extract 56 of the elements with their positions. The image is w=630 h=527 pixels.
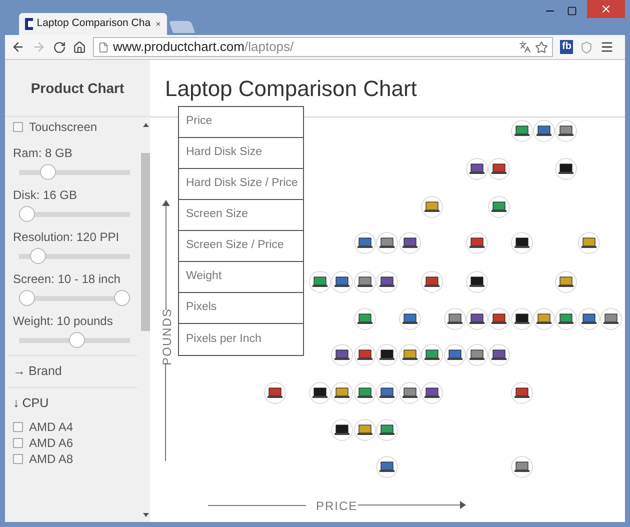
option-label: AMD A6: [29, 435, 74, 452]
home-icon[interactable]: [73, 40, 86, 54]
extension-badge[interactable]: fb: [560, 40, 574, 54]
axis-menu-item[interactable]: Weight: [179, 262, 303, 293]
filter-label: Screen: 10 - 18 inch: [12, 271, 122, 287]
maximize-icon[interactable]: [567, 6, 577, 16]
forward-icon[interactable]: [32, 40, 46, 54]
axis-menu-item[interactable]: Pixels per Inch: [179, 324, 303, 355]
scroll-down-icon[interactable]: [142, 513, 148, 517]
option-label: AMD A8: [29, 451, 74, 468]
axis-menu-item[interactable]: Pixels: [179, 293, 303, 324]
slider-thumb[interactable]: [40, 164, 56, 180]
y-axis-label: POUNDS: [159, 308, 175, 366]
url-text: www.productchart.com/laptops/: [113, 38, 294, 56]
star-icon[interactable]: [535, 40, 548, 54]
slider-thumb[interactable]: [69, 332, 86, 348]
axis-menu-item[interactable]: Screen Size / Price: [179, 231, 303, 262]
close-icon[interactable]: [154, 19, 161, 29]
filter-label: Ram: 8 GB: [12, 145, 74, 161]
translate-icon[interactable]: [519, 41, 531, 53]
filter-label: Touchscreen: [29, 119, 98, 136]
close-icon: [600, 3, 612, 15]
checkbox[interactable]: [13, 438, 23, 448]
filter-label: Disk: 16 GB: [12, 187, 78, 203]
slider-thumb[interactable]: [30, 248, 46, 264]
section-header[interactable]: ↓ CPU: [8, 388, 137, 419]
site-logo-icon: [25, 18, 33, 30]
option-label: AMD A4: [29, 419, 74, 436]
reload-icon[interactable]: [53, 40, 66, 54]
axis-menu-item[interactable]: Hard Disk Size / Price: [179, 169, 303, 200]
checkbox[interactable]: [13, 454, 23, 464]
sidebar-title: Product Chart: [30, 78, 124, 98]
section-header[interactable]: → Brand: [8, 356, 137, 387]
scroll-thumb[interactable]: [141, 153, 150, 331]
back-icon[interactable]: [11, 40, 25, 54]
axis-menu-item[interactable]: Price: [179, 107, 303, 138]
slider-thumb[interactable]: [114, 290, 130, 306]
address-bar[interactable]: www.productchart.com/laptops/: [93, 37, 553, 57]
shield-icon[interactable]: [580, 40, 594, 54]
slider-thumb[interactable]: [19, 290, 35, 306]
axis-menu-item[interactable]: Hard Disk Size: [179, 138, 303, 169]
menu-icon[interactable]: [600, 40, 614, 54]
browser-tab[interactable]: Laptop Comparison Cha: [19, 13, 167, 35]
page-icon: [98, 42, 109, 52]
slider-thumb[interactable]: [19, 206, 35, 222]
checkbox[interactable]: [13, 122, 23, 132]
x-axis-label: PRICE: [316, 498, 358, 515]
tab-title: Laptop Comparison Cha: [36, 16, 151, 32]
checkbox[interactable]: [13, 422, 23, 432]
new-tab-button[interactable]: [168, 21, 196, 33]
axis-menu-item[interactable]: Screen Size: [179, 200, 303, 231]
page-title: Laptop Comparison Chart: [165, 74, 417, 103]
filter-label: Weight: 10 pounds: [12, 313, 114, 329]
scroll-up-icon[interactable]: [142, 123, 148, 127]
close-button[interactable]: [587, 0, 625, 18]
filter-label: Resolution: 120 PPI: [12, 229, 120, 245]
